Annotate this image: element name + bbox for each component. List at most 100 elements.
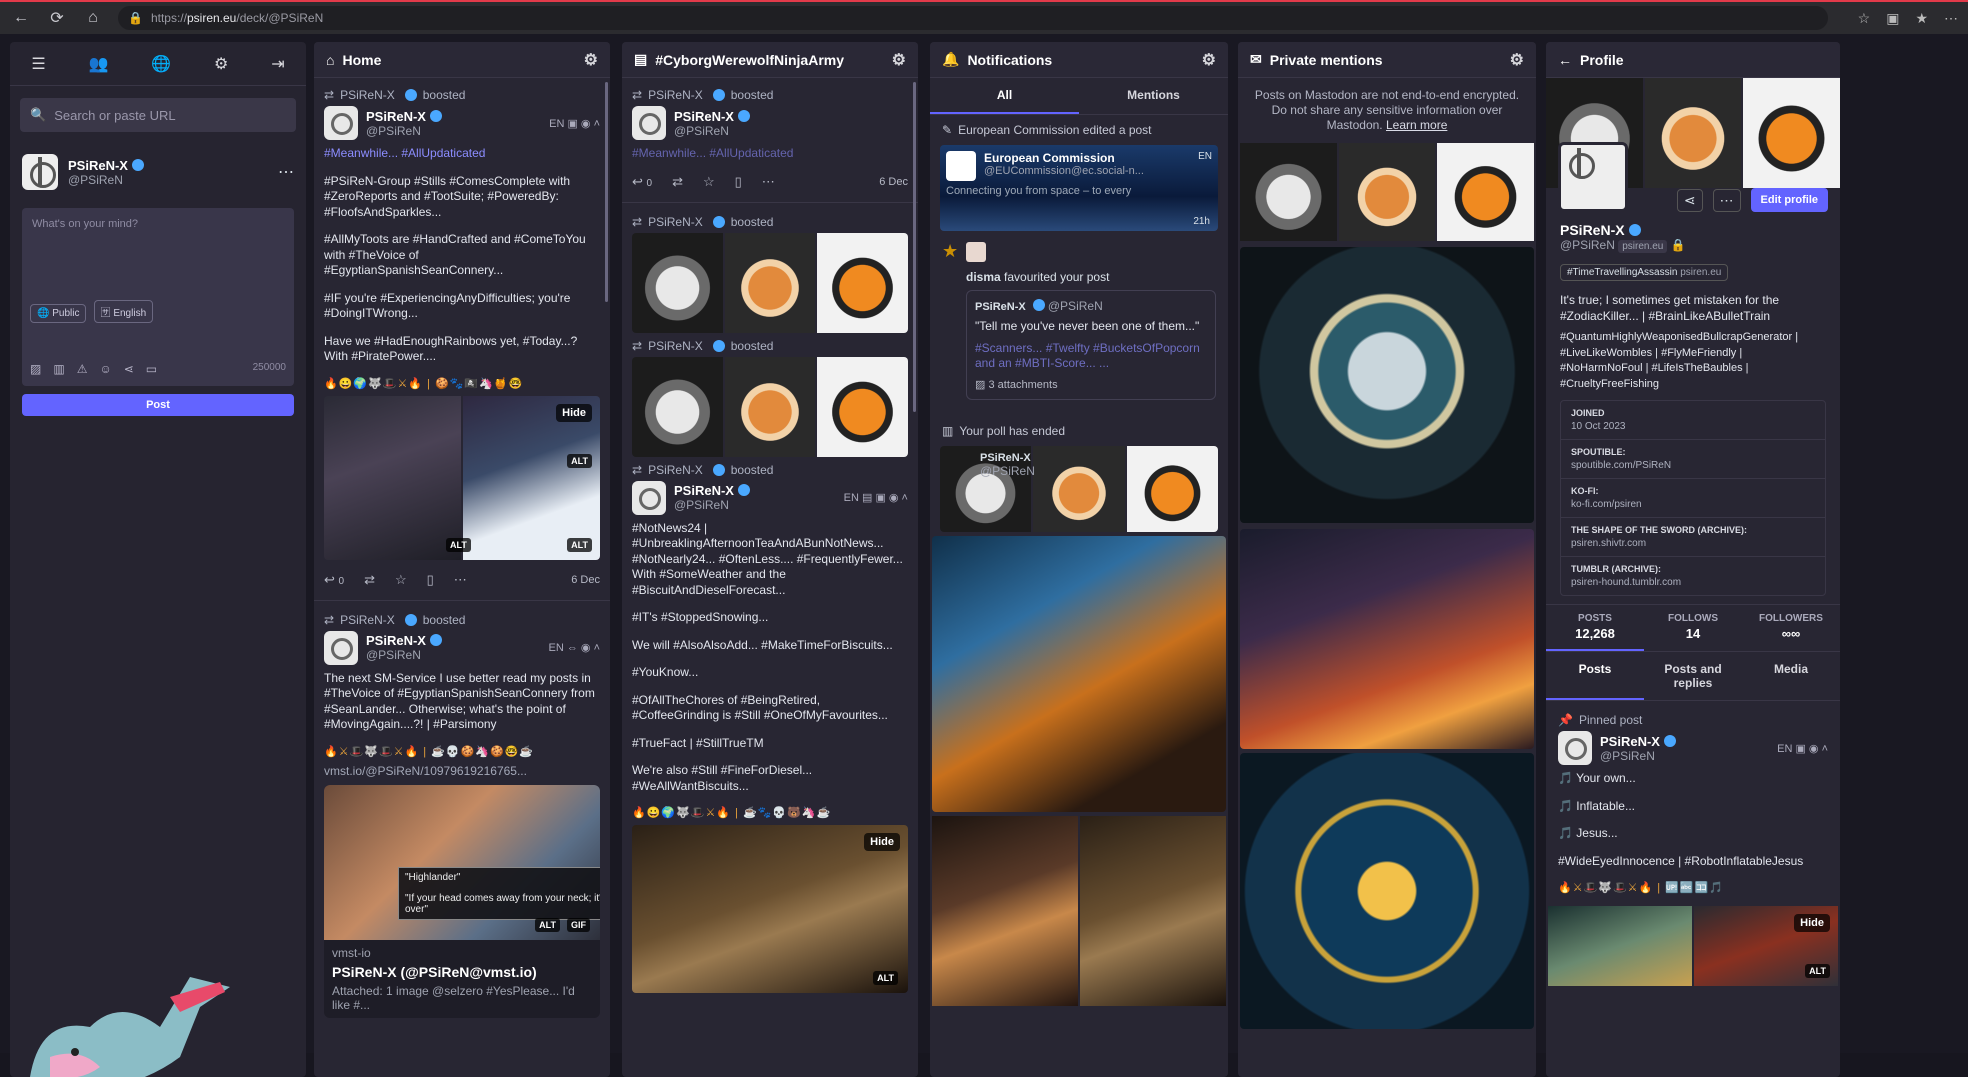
avatar[interactable] [632, 480, 666, 515]
favourite-icon[interactable]: ☆ [703, 174, 715, 190]
private-mentions-header[interactable]: ✉ Private mentions ⚙ [1238, 42, 1536, 78]
bookmark-icon[interactable]: ▭ [146, 362, 157, 376]
gear-icon[interactable]: ⚙ [892, 50, 906, 70]
image-icon[interactable]: ▨ [30, 362, 41, 376]
logout-icon[interactable]: ⇥ [271, 54, 284, 74]
menu-icon[interactable]: ☰ [31, 54, 45, 74]
favorites-icon[interactable]: ★ [1915, 10, 1928, 27]
media-thumbnail[interactable] [1240, 143, 1337, 241]
hide-media-button[interactable]: Hide [1794, 914, 1830, 932]
booster-name[interactable]: PSiReN-X [648, 463, 703, 477]
media-thumbnail[interactable] [817, 356, 908, 457]
tab-mentions[interactable]: Mentions [1079, 78, 1228, 114]
boost-icon[interactable]: ⇄ [672, 174, 683, 190]
alt-badge[interactable]: ALT [873, 971, 898, 985]
media-thumbnail[interactable] [1240, 753, 1534, 1029]
media-thumbnail[interactable] [1338, 143, 1436, 241]
avatar[interactable] [324, 630, 358, 665]
author-name[interactable]: PSiReN-X [980, 452, 1031, 464]
media-thumbnail[interactable] [1033, 445, 1125, 532]
more-icon[interactable]: ⋯ [454, 572, 467, 588]
media-thumbnail[interactable] [932, 535, 1226, 812]
media-gallery[interactable] [1240, 143, 1534, 241]
media-gallery[interactable]: PSiReN-X @PSiReN [940, 445, 1218, 532]
hide-media-button[interactable]: Hide [556, 403, 592, 422]
author-name[interactable]: European Commission [984, 151, 1144, 165]
tab-media[interactable]: Media [1742, 652, 1840, 700]
media-thumbnail[interactable] [1548, 906, 1692, 986]
field-value[interactable]: psiren.shivtr.com [1571, 538, 1815, 549]
reply-icon[interactable]: ↩ 0 [324, 572, 344, 588]
booster-name[interactable]: PSiReN-X [648, 215, 703, 229]
media-thumbnail[interactable] [817, 232, 908, 333]
search-input[interactable]: 🔍 Search or paste URL [20, 98, 296, 132]
post-date[interactable]: 6 Dec [571, 574, 600, 586]
post-date[interactable]: 21h [1193, 216, 1210, 227]
media-gallery[interactable]: Hide ALT [1548, 906, 1838, 986]
author-name[interactable]: PSiReN-X [366, 109, 426, 124]
tab-all[interactable]: All [930, 78, 1079, 114]
media-thumbnail[interactable] [1240, 247, 1534, 523]
media-thumbnail[interactable] [1126, 445, 1218, 532]
media-gallery[interactable] [632, 232, 908, 333]
reply-icon[interactable]: ↩ 0 [632, 174, 652, 190]
more-icon[interactable]: ⋯ [762, 174, 775, 190]
settings-icon[interactable]: ⚙ [214, 54, 228, 74]
avatar[interactable] [324, 106, 358, 140]
warning-icon[interactable]: ⚠ [77, 362, 88, 376]
profile-header[interactable]: ← Profile [1546, 42, 1840, 78]
tab-posts-and-replies[interactable]: Posts and replies [1644, 652, 1742, 700]
media-thumbnail[interactable] [1080, 815, 1226, 1006]
author-name[interactable]: PSiReN-X [674, 109, 734, 124]
favourite-icon[interactable]: ☆ [395, 572, 407, 588]
media-thumbnail[interactable] [1240, 529, 1534, 749]
author-name[interactable]: PSiReN-X [674, 483, 734, 498]
poll-icon[interactable]: ▥ [53, 362, 64, 376]
home-icon[interactable]: ⌂ [82, 7, 104, 29]
avatar[interactable] [1558, 731, 1592, 765]
field-value[interactable]: psiren-hound.tumblr.com [1571, 577, 1815, 588]
booster-name[interactable]: PSiReN-X [648, 339, 703, 353]
boost-icon[interactable]: ⇄ [364, 572, 375, 588]
author-name[interactable]: PSiReN-X [366, 633, 426, 648]
edit-profile-button[interactable]: Edit profile [1750, 188, 1828, 212]
media-thumbnail[interactable] [632, 232, 723, 333]
avatar[interactable] [22, 154, 58, 190]
media-thumbnail[interactable] [1437, 143, 1534, 241]
post-link[interactable]: vmst.io/@PSiReN/10979619216765... [324, 764, 600, 780]
gear-icon[interactable]: ⚙ [584, 50, 598, 70]
media-thumbnail[interactable] [724, 232, 816, 333]
author-name[interactable]: PSiReN-X [975, 301, 1026, 313]
post-date[interactable]: 6 Dec [879, 176, 908, 188]
scrollbar[interactable] [913, 82, 916, 412]
back-icon[interactable]: ← [10, 7, 32, 29]
share-icon[interactable]: ⋖ [1676, 189, 1703, 212]
address-bar[interactable]: 🔒 https://psiren.eu/deck/@PSiReN [118, 6, 1828, 30]
media-thumbnail[interactable] [324, 395, 461, 560]
alt-badge[interactable]: ALT [567, 537, 592, 552]
more-icon[interactable]: ⋯ [1944, 10, 1958, 27]
ec-post-card[interactable]: European Commission @EUCommission@ec.soc… [940, 145, 1218, 231]
booster-name[interactable]: PSiReN-X [340, 88, 395, 102]
hide-media-button[interactable]: Hide [864, 833, 900, 851]
reload-icon[interactable]: ⟳ [46, 7, 68, 29]
star-icon[interactable]: ☆ [1858, 10, 1871, 27]
booster-name[interactable]: PSiReN-X [340, 613, 395, 627]
bookmark-icon[interactable]: ▯ [427, 572, 434, 588]
alt-badge[interactable]: ALT [535, 918, 560, 932]
extension-icon[interactable]: ▣ [1886, 10, 1899, 27]
account-card[interactable]: PSiReN-X @PSiReN ⋯ [10, 144, 306, 200]
emoji-icon[interactable]: ☺ [99, 362, 111, 376]
link-preview-card[interactable]: "Highlander" "If your head comes away fr… [324, 785, 600, 1018]
fav-user[interactable]: disma [966, 270, 1001, 284]
more-icon[interactable]: ⋯ [1712, 189, 1741, 212]
language-select[interactable]: 🈂 English [93, 300, 154, 323]
media-thumbnail[interactable] [632, 356, 723, 457]
media-gallery[interactable] [632, 356, 908, 457]
tab-posts[interactable]: Posts [1546, 652, 1644, 700]
share-icon[interactable]: ⋖ [124, 362, 134, 376]
media-thumbnail[interactable] [932, 815, 1078, 1006]
alt-badge[interactable]: ALT [446, 537, 471, 552]
globe-icon[interactable]: 🌐 [151, 54, 171, 74]
followers-stat[interactable]: FOLLOWERS ∞∞ [1742, 605, 1840, 651]
